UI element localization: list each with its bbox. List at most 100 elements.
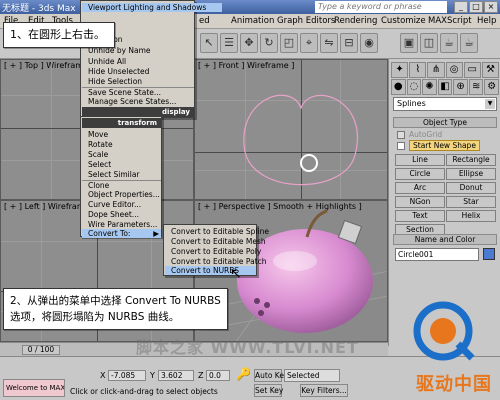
material-editor-icon[interactable]: ◉ xyxy=(360,33,378,53)
menu-item-unhide-all[interactable]: Unhide All xyxy=(82,57,194,66)
menu-item-hide-selection[interactable]: Hide Selection xyxy=(82,77,194,86)
menu-item-move[interactable]: Move xyxy=(82,130,161,139)
title-bar: 无标题 - 3ds Max Type a keyword or phrase _… xyxy=(0,0,500,14)
time-slider[interactable]: 0 / 100 xyxy=(22,345,60,355)
render-setup-icon[interactable]: ▣ xyxy=(400,33,418,53)
shapes-icon[interactable]: ◌ xyxy=(406,79,422,95)
window-title: 无标题 - 3ds Max xyxy=(2,4,76,14)
display-tab-icon[interactable]: ▭ xyxy=(463,62,481,78)
mouse-cursor-icon: ↖ xyxy=(230,266,242,282)
menu-item-convert-nurbs[interactable]: Convert to NURBS xyxy=(165,266,256,275)
autogrid-checkbox[interactable] xyxy=(397,131,405,139)
menu-item-convert-editable-mesh[interactable]: Convert to Editable Mesh xyxy=(165,237,266,246)
render-icon[interactable]: ☕ xyxy=(460,33,478,53)
callout-step-1: 1、在圆形上右击。 xyxy=(3,22,115,48)
callout-step-2: 2、从弹出的菜单中选择 Convert To NURBS 选项，将圆形塌陷为 N… xyxy=(3,288,228,330)
auto-key-button[interactable]: Auto Key xyxy=(254,369,288,382)
menu-item-convert-editable-patch[interactable]: Convert to Editable Patch xyxy=(165,257,267,266)
donut-button[interactable]: Donut xyxy=(446,182,496,194)
systems-icon[interactable]: ⚙ xyxy=(484,79,500,95)
object-type-rollout[interactable]: Object Type xyxy=(393,117,497,128)
create-category-tabs: ● ◌ ✺ ◧ ⊕ ≋ ⚙ xyxy=(391,79,500,95)
menu-item-select[interactable]: Select xyxy=(82,160,161,169)
align-icon[interactable]: ⊟ xyxy=(340,33,358,53)
utilities-tab-icon[interactable]: ⚒ xyxy=(481,62,500,78)
select-by-name-icon[interactable]: ☰ xyxy=(220,33,238,53)
menu-item-convert-editable-poly[interactable]: Convert to Editable Poly xyxy=(165,247,261,256)
object-color-swatch[interactable] xyxy=(483,248,495,260)
z-coord-label: Z xyxy=(198,371,204,380)
start-new-shape-checkbox[interactable] xyxy=(397,142,405,150)
quick-render-icon[interactable]: ☕ xyxy=(440,33,458,53)
select-object-icon[interactable]: ↖ xyxy=(200,33,218,53)
object-name-field[interactable]: Circle001 xyxy=(395,248,479,261)
close-button[interactable]: × xyxy=(484,1,498,13)
set-key-button[interactable]: Set Key xyxy=(254,384,283,397)
arc-button[interactable]: Arc xyxy=(395,182,445,194)
rectangle-button[interactable]: Rectangle xyxy=(446,154,496,166)
name-and-color-rollout[interactable]: Name and Color xyxy=(393,234,497,245)
menu-item-wire-parameters[interactable]: Wire Parameters... xyxy=(82,220,161,229)
key-filters-button[interactable]: Key Filters... xyxy=(300,384,348,397)
menu-item-viewport-lighting[interactable]: Viewport Lighting and Shadows xyxy=(82,3,222,12)
menu-item-dope-sheet[interactable]: Dope Sheet... xyxy=(82,210,161,219)
menu-maxscript[interactable]: MAXScript xyxy=(428,16,472,26)
rotate-icon[interactable]: ↻ xyxy=(260,33,278,53)
spacewarps-icon[interactable]: ≋ xyxy=(468,79,484,95)
start-new-shape-button[interactable]: Start New Shape xyxy=(409,140,480,151)
y-coord-label: Y xyxy=(150,371,155,380)
menu-item-manage-scene-states[interactable]: Manage Scene States... xyxy=(82,97,194,106)
ellipse-button[interactable]: Ellipse xyxy=(446,168,496,180)
lights-icon[interactable]: ✺ xyxy=(422,79,437,95)
render-frame-icon[interactable]: ◫ xyxy=(420,33,438,53)
circle-button[interactable]: Circle xyxy=(395,168,445,180)
prompt-line: Click or click-and-drag to select object… xyxy=(70,387,218,396)
star-button[interactable]: Star xyxy=(446,196,496,208)
key-icon[interactable]: 🔑 xyxy=(236,367,251,381)
modify-tab-icon[interactable]: ⌇ xyxy=(409,62,427,78)
menu-item-convert-editable-spline[interactable]: Convert to Editable Spline xyxy=(165,227,269,236)
menu-item-hide-unselected[interactable]: Hide Unselected xyxy=(82,67,194,76)
menu-item-curve-editor[interactable]: Curve Editor... xyxy=(82,200,161,209)
menu-rendering[interactable]: Rendering xyxy=(334,16,377,26)
menu-item-clone[interactable]: Clone xyxy=(82,180,161,190)
maxscript-listener[interactable]: Welcome to MAX xyxy=(3,379,65,397)
maximize-button[interactable]: □ xyxy=(469,1,483,13)
geometry-icon[interactable]: ● xyxy=(391,79,406,95)
menu-item-object-properties[interactable]: Object Properties... xyxy=(82,190,161,199)
submenu-arrow-icon: ▶ xyxy=(153,229,159,238)
y-coord-field[interactable]: 3.602 xyxy=(158,370,194,381)
hierarchy-tab-icon[interactable]: ⋔ xyxy=(427,62,445,78)
menu-item-save-scene-state[interactable]: Save Scene State... xyxy=(82,87,194,97)
helix-button[interactable]: Helix xyxy=(446,210,496,222)
search-input[interactable]: Type a keyword or phrase xyxy=(315,1,447,13)
menu-item-rotate[interactable]: Rotate xyxy=(82,140,161,149)
menu-item-convert-to[interactable]: Convert To: ▶ xyxy=(82,229,161,238)
front-apple-profile xyxy=(243,94,358,186)
helpers-icon[interactable]: ⊕ xyxy=(453,79,468,95)
minimize-button[interactable]: _ xyxy=(454,1,468,13)
snap-icon[interactable]: ⌖ xyxy=(300,33,318,53)
text-button[interactable]: Text xyxy=(395,210,445,222)
menu-help[interactable]: Help xyxy=(477,16,496,26)
ngon-button[interactable]: NGon xyxy=(395,196,445,208)
menu-animation[interactable]: Animation xyxy=(231,16,274,26)
z-coord-field[interactable]: 0.0 xyxy=(206,370,230,381)
scale-icon[interactable]: ◰ xyxy=(280,33,298,53)
menu-item-scale[interactable]: Scale xyxy=(82,150,161,159)
menu-item-select-similar[interactable]: Select Similar xyxy=(82,170,161,179)
mirror-icon[interactable]: ⇋ xyxy=(320,33,338,53)
menu-customize[interactable]: Customize xyxy=(381,16,426,26)
menu-graph-editors[interactable]: Graph Editors xyxy=(277,16,335,26)
create-tab-icon[interactable]: ✦ xyxy=(391,62,409,78)
line-button[interactable]: Line xyxy=(395,154,445,166)
key-mode-dropdown[interactable]: Selected xyxy=(284,369,340,382)
category-dropdown[interactable]: Splines ▼ xyxy=(393,97,497,111)
menu-modified[interactable]: ed xyxy=(199,16,210,26)
move-icon[interactable]: ✥ xyxy=(240,33,258,53)
motion-tab-icon[interactable]: ◎ xyxy=(445,62,463,78)
viewport-front[interactable]: [ + ] Front ] Wireframe ] xyxy=(194,59,388,200)
command-panel-tabs: ✦ ⌇ ⋔ ◎ ▭ ⚒ xyxy=(391,62,500,78)
cameras-icon[interactable]: ◧ xyxy=(437,79,453,95)
x-coord-field[interactable]: -7.085 xyxy=(108,370,146,381)
